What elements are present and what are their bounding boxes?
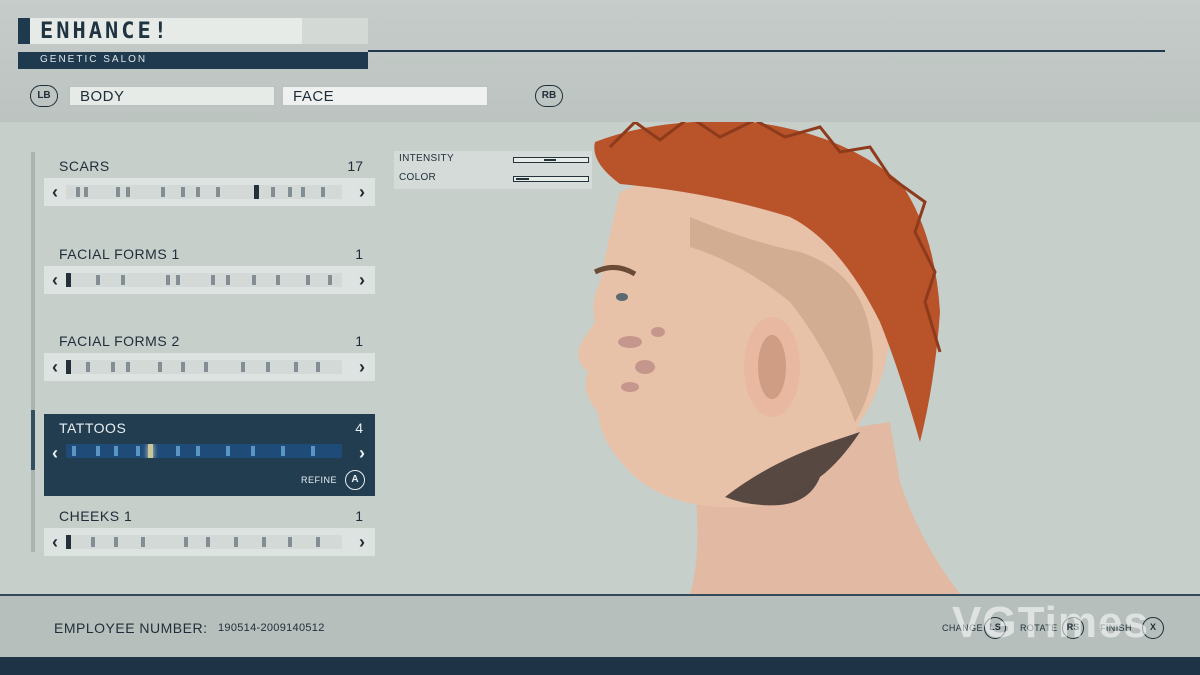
chevron-right-icon[interactable]: › <box>353 354 371 380</box>
slider-label: FACIAL FORMS 1 <box>59 246 180 262</box>
color-level <box>516 178 529 180</box>
subtitle-bar: GENETIC SALON <box>18 52 368 69</box>
app-subtitle: GENETIC SALON <box>40 54 148 65</box>
app-title: ENHANCE! <box>40 19 170 44</box>
chevron-right-icon[interactable]: › <box>353 440 371 466</box>
intensity-label: INTENSITY <box>399 153 454 164</box>
slider-tattoos[interactable]: TATTOOS 4 ‹ › REFINE A <box>44 414 375 496</box>
preset-strip[interactable] <box>66 185 342 199</box>
slider-value: 1 <box>355 508 363 524</box>
chevron-left-icon[interactable]: ‹ <box>46 354 64 380</box>
intensity-row[interactable]: INTENSITY <box>399 153 589 167</box>
preset-strip[interactable] <box>66 535 342 549</box>
slider-cheeks-1[interactable]: CHEEKS 1 1 ‹ › <box>44 502 375 557</box>
chevron-left-icon[interactable]: ‹ <box>46 179 64 205</box>
chevron-right-icon[interactable]: › <box>353 267 371 293</box>
slider-value: 4 <box>355 420 363 436</box>
slider-facial-forms-1[interactable]: FACIAL FORMS 1 1 ‹ › <box>44 240 375 295</box>
color-label: COLOR <box>399 172 437 183</box>
slider-value: 17 <box>347 158 363 174</box>
employee-number-value: 190514-2009140512 <box>218 622 325 634</box>
refine-button[interactable]: A <box>345 470 365 490</box>
lb-bumper-button[interactable]: LB <box>30 85 58 107</box>
slider-facial-forms-2[interactable]: FACIAL FORMS 2 1 ‹ › <box>44 327 375 382</box>
slider-label: FACIAL FORMS 2 <box>59 333 180 349</box>
chevron-left-icon[interactable]: ‹ <box>46 267 64 293</box>
chevron-right-icon[interactable]: › <box>353 179 371 205</box>
rb-bumper-button[interactable]: RB <box>535 85 563 107</box>
header-divider <box>368 50 1165 52</box>
slider-label: CHEEKS 1 <box>59 508 133 524</box>
footer-bottom-bar <box>0 657 1200 675</box>
chevron-left-icon[interactable]: ‹ <box>46 440 64 466</box>
preset-strip[interactable] <box>66 444 342 458</box>
employee-number-label: EMPLOYEE NUMBER: <box>54 620 208 636</box>
slider-label: SCARS <box>59 158 110 174</box>
slider-value: 1 <box>355 246 363 262</box>
preset-strip[interactable] <box>66 273 342 287</box>
chevron-right-icon[interactable]: › <box>353 529 371 555</box>
character-portrait[interactable] <box>540 122 980 594</box>
refine-label: REFINE <box>300 475 337 485</box>
header: ENHANCE! GENETIC SALON LB BODY FACE RB <box>0 0 1200 122</box>
scrollbar-thumb[interactable] <box>31 410 35 470</box>
tab-face[interactable]: FACE <box>282 86 488 106</box>
watermark: VGTimes <box>952 598 1149 647</box>
chevron-left-icon[interactable]: ‹ <box>46 529 64 555</box>
tab-body[interactable]: BODY <box>69 86 275 106</box>
color-row[interactable]: COLOR <box>399 172 589 186</box>
preset-strip[interactable] <box>66 360 342 374</box>
slider-value: 1 <box>355 333 363 349</box>
slider-label: TATTOOS <box>59 420 127 436</box>
scrollbar-track[interactable] <box>31 152 35 552</box>
slider-scars[interactable]: SCARS 17 ‹ › <box>44 152 375 207</box>
title-block: ENHANCE! <box>18 18 368 44</box>
